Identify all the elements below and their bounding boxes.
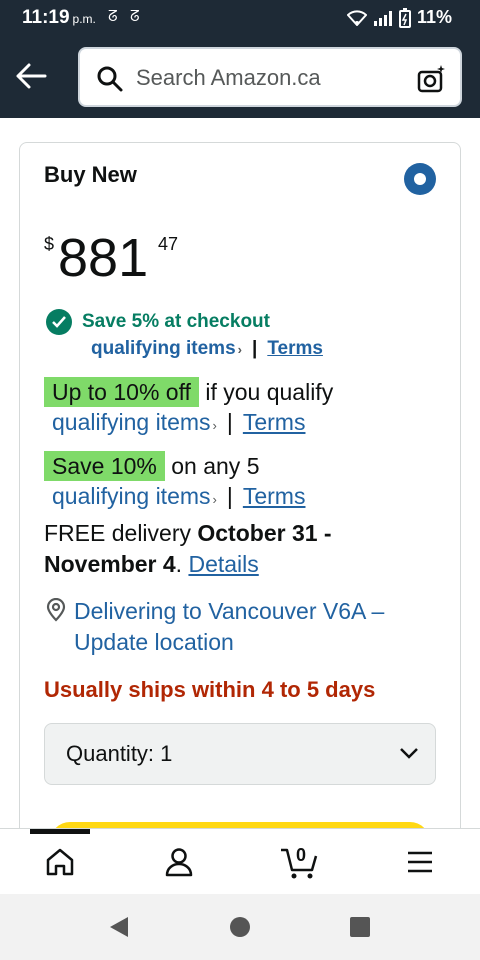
location-pin-icon <box>46 598 66 622</box>
status-ampm: p.m. <box>72 12 96 26</box>
price-fraction: 47 <box>158 234 179 254</box>
signal-icon <box>373 10 392 26</box>
home-circle-icon[interactable] <box>230 917 250 937</box>
terms-link[interactable]: Terms <box>267 338 323 359</box>
location-line-1: Delivering to Vancouver V6A – <box>74 598 385 624</box>
price-currency: $ <box>44 234 55 254</box>
details-link[interactable]: Details <box>188 551 258 577</box>
chevron-right-icon: › <box>212 492 217 507</box>
separator: | <box>226 409 233 435</box>
search-bar[interactable] <box>78 47 462 107</box>
recents-square-icon[interactable] <box>350 917 370 937</box>
camera-search-icon[interactable] <box>416 63 448 95</box>
checkmark-icon <box>46 309 72 335</box>
promo-up-to-10: Up to 10% off if you qualify <box>44 377 333 407</box>
qualifying-items-link[interactable]: qualifying items <box>91 338 236 359</box>
delivery-info: FREE delivery October 31 - November 4. D… <box>44 518 444 580</box>
save-checkout-text: Save 5% at checkout <box>82 311 270 332</box>
back-arrow-icon[interactable] <box>14 61 48 91</box>
quantity-label: Quantity: 1 <box>66 741 173 766</box>
promo-text: if you qualify <box>205 379 334 405</box>
chevron-right-icon: › <box>212 418 217 433</box>
active-tab-indicator <box>30 829 90 834</box>
status-bar: 11:19 p.m. ᘔ ᘔ 11% <box>0 0 480 36</box>
back-triangle-icon[interactable] <box>108 915 130 939</box>
separator: | <box>251 338 258 359</box>
buy-new-radio[interactable] <box>404 163 436 195</box>
quantity-dropdown[interactable]: Quantity: 1 <box>44 723 436 785</box>
battery-percent: 11% <box>416 7 452 27</box>
promo-links-row: qualifying items › | Terms <box>52 483 305 510</box>
promo-badge: Save 10% <box>44 451 165 481</box>
terms-link[interactable]: Terms <box>243 483 306 509</box>
menu-icon[interactable] <box>402 844 438 880</box>
wifi-icon <box>346 9 367 26</box>
chevron-down-icon <box>400 748 418 759</box>
system-navigation <box>0 894 480 960</box>
buy-new-heading: Buy New <box>44 162 137 187</box>
location-line-2: Update location <box>74 629 234 655</box>
status-time: 11:19 p.m. <box>22 7 96 28</box>
availability-text: Usually ships within 4 to 5 days <box>44 677 376 702</box>
terms-link[interactable]: Terms <box>243 409 306 435</box>
promo-badge: Up to 10% off <box>44 377 199 407</box>
delivery-period: . <box>175 551 183 577</box>
price-whole: 881 <box>58 228 149 288</box>
delivery-prefix: FREE delivery <box>44 520 191 546</box>
cart-count: 0 <box>295 845 306 865</box>
promo-links-row: qualifying items › | Terms <box>52 409 305 436</box>
savings-links-row: qualifying items › | Terms <box>91 338 323 360</box>
notification-icon: ᘔ <box>130 8 140 25</box>
search-icon <box>97 66 123 92</box>
qualifying-items-link[interactable]: qualifying items <box>52 409 211 435</box>
chevron-right-icon: › <box>237 342 242 357</box>
checkout-savings: Save 5% at checkout <box>46 309 270 335</box>
home-icon[interactable] <box>42 844 78 880</box>
separator: | <box>226 483 233 509</box>
notification-icon: ᘔ <box>108 8 118 25</box>
qualifying-items-link[interactable]: qualifying items <box>52 483 211 509</box>
header <box>0 36 480 118</box>
battery-icon <box>398 7 411 28</box>
promo-text: on any 5 <box>171 453 260 479</box>
location-text[interactable]: Delivering to Vancouver V6A – Update loc… <box>74 596 434 658</box>
bottom-navigation: 0 <box>0 828 480 895</box>
promo-save-10: Save 10% on any 5 <box>44 451 260 481</box>
status-indicators: 11% <box>346 7 452 28</box>
search-input[interactable] <box>136 61 406 95</box>
account-icon[interactable] <box>161 844 197 880</box>
